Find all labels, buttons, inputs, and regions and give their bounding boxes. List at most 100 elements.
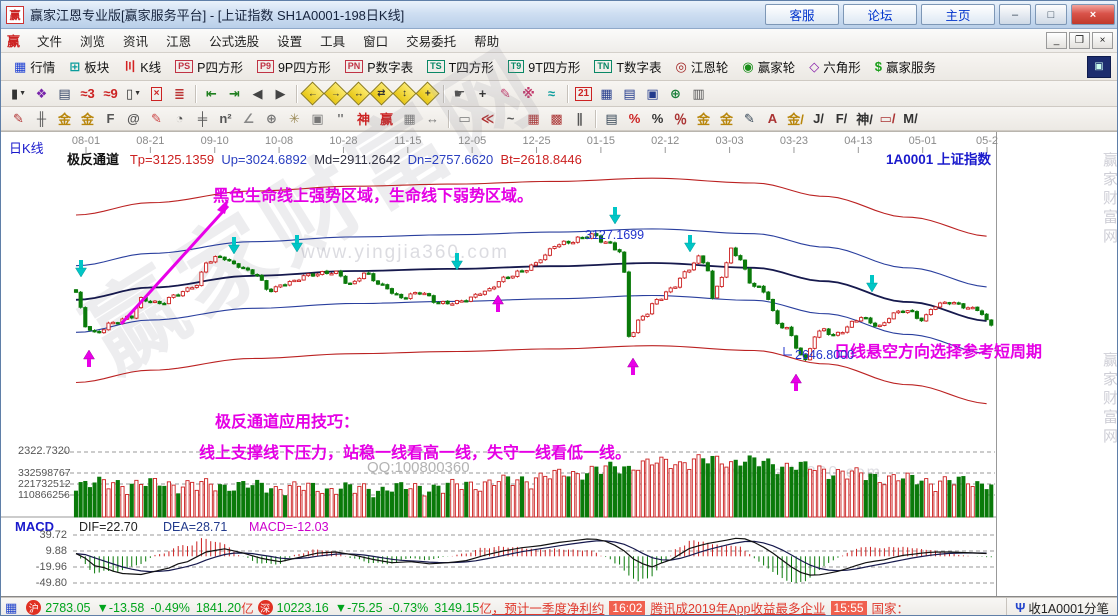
minimize-button[interactable]: –	[999, 4, 1031, 25]
tool-candle-style[interactable]: ▯▼	[122, 84, 145, 104]
news-headline[interactable]: 腾讯成2019年App收益最多企业	[650, 598, 825, 616]
tool-ink-pen[interactable]: ✎	[738, 109, 761, 129]
tool-ying-tool[interactable]: 赢	[375, 109, 398, 129]
tool-red-grid-1[interactable]: ▦	[522, 109, 545, 129]
menu-item-file[interactable]: 文件	[28, 28, 71, 53]
tool-nav-first[interactable]: ⇤	[200, 84, 223, 104]
tool-a-wave-tool[interactable]: A	[761, 109, 784, 129]
tool-calculator[interactable]: ▦	[595, 84, 618, 104]
menu-item-browse[interactable]: 浏览	[71, 28, 114, 53]
tool-dense-grid[interactable]: ▦	[398, 109, 421, 129]
tool-mark-pen[interactable]: ✎	[494, 84, 517, 104]
tool-f-angle[interactable]: F/	[830, 109, 853, 129]
tool-nav-last[interactable]: ⇥	[223, 84, 246, 104]
tool-overlay-mode[interactable]: ❖	[30, 84, 53, 104]
tool-fibonacci-fan[interactable]: F	[99, 109, 122, 129]
tool-box-tool[interactable]: ▭	[453, 109, 476, 129]
toolbar-button-kline[interactable]: 〣K线	[116, 55, 168, 78]
tool-gold-line[interactable]: 金	[715, 109, 738, 129]
close-button[interactable]: ×	[1071, 4, 1115, 25]
toolbar-button-9t-square[interactable]: T99T四方形	[501, 55, 588, 78]
tick-data-label[interactable]: 收1A0001分笔	[1028, 598, 1109, 616]
child-minimize-button[interactable]: _	[1046, 32, 1067, 49]
customer-service-button[interactable]: 客服	[765, 4, 839, 25]
tool-percent-line[interactable]: ％	[669, 109, 692, 129]
menu-item-news[interactable]: 资讯	[114, 28, 157, 53]
tool-box-frame-tool[interactable]: ▣	[306, 109, 329, 129]
tool-ruler-tool[interactable]: ╪	[191, 109, 214, 129]
toolbar-button-sectors[interactable]: ⊞板块	[62, 55, 116, 78]
tool-shen-angle[interactable]: 神/	[853, 109, 876, 129]
toolbar-button-theme[interactable]: ▣	[1087, 56, 1111, 78]
tool-gann-gold-grid[interactable]: 金	[53, 109, 76, 129]
tool-print[interactable]: ▥	[687, 84, 710, 104]
tool-save-disk[interactable]: ▣	[641, 84, 664, 104]
tool-pan-right[interactable]: →	[323, 81, 347, 105]
tool-notebook[interactable]: ▤	[618, 84, 641, 104]
tool-ray-fan[interactable]: ≪	[476, 109, 499, 129]
toolbar-button-p-number-table[interactable]: PNP数字表	[338, 55, 420, 78]
tool-percent-retrace[interactable]: %	[623, 109, 646, 129]
tool-time-cycle[interactable]: ◔	[168, 109, 191, 129]
tool-tick-marks[interactable]: ''	[329, 109, 352, 129]
tool-zoom-v[interactable]: ↕	[392, 81, 416, 105]
tool-crosshair-tool[interactable]: +	[471, 84, 494, 104]
tool-clear-overlay[interactable]: ×	[145, 84, 168, 104]
tool-width-measure[interactable]: ↔	[421, 109, 444, 129]
menu-item-settings[interactable]: 设置	[268, 28, 311, 53]
tool-zoom-in-h[interactable]: ⇄	[369, 81, 393, 105]
news-ticker-fragment[interactable]: ，预计一季度净利约	[492, 598, 605, 616]
tool-hand-tool[interactable]: ☛	[448, 84, 471, 104]
tool-gann-gold-box[interactable]: 金	[76, 109, 99, 129]
toolbar-button-winner-wheel[interactable]: ◉赢家轮	[735, 55, 802, 78]
tool-kline-period[interactable]: ▮▼	[7, 84, 30, 104]
menu-item-tools[interactable]: 工具	[311, 28, 354, 53]
tool-net-data[interactable]: ⊕	[664, 84, 687, 104]
menu-item-help[interactable]: 帮助	[465, 28, 508, 53]
menu-item-window[interactable]: 窗口	[354, 28, 397, 53]
tool-pan-left[interactable]: ←	[300, 81, 324, 105]
forum-button[interactable]: 论坛	[843, 4, 917, 25]
toolbar-button-quotes[interactable]: ▦行情	[7, 55, 62, 78]
tool-wave-9[interactable]: ≈9	[99, 84, 122, 104]
tool-shen-tool[interactable]: 神	[352, 109, 375, 129]
tool-zoom-out-h[interactable]: ↔	[346, 81, 370, 105]
tool-brush-tool[interactable]: ✎	[7, 109, 30, 129]
child-restore-button[interactable]: ❐	[1069, 32, 1090, 49]
tool-nav-prev[interactable]: ◀	[246, 84, 269, 104]
news-headline-2[interactable]: 国家：	[872, 598, 910, 616]
menu-item-gann[interactable]: 江恩	[157, 28, 200, 53]
tool-info-note[interactable]: ▤	[53, 84, 76, 104]
tool-m-angle[interactable]: M/	[899, 109, 922, 129]
tool-wave-tool[interactable]: ≈	[540, 84, 563, 104]
tool-grid-line-tool[interactable]: ╫	[30, 109, 53, 129]
tool-compass-tool[interactable]: ⊕	[260, 109, 283, 129]
toolbar-button-t-number-table[interactable]: TNT数字表	[587, 55, 668, 78]
tool-box-angle[interactable]: ▭/	[876, 109, 899, 129]
toolbar-button-9p-square[interactable]: P99P四方形	[250, 55, 338, 78]
toolbar-button-gann-wheel[interactable]: ◎江恩轮	[669, 55, 736, 78]
tool-nav-next[interactable]: ▶	[269, 84, 292, 104]
tool-angle-tool[interactable]: ∠	[237, 109, 260, 129]
tool-j-angle[interactable]: J/	[807, 109, 830, 129]
quote-grid-icon[interactable]: ▦	[5, 600, 17, 616]
menu-item-formula-stock-pick[interactable]: 公式选股	[200, 28, 268, 53]
tool-zoom-all[interactable]: +	[415, 81, 439, 105]
menu-item-trade-entrust[interactable]: 交易委托	[397, 28, 465, 53]
toolbar-button-winner-service[interactable]: $赢家服务	[868, 55, 943, 78]
child-close-button[interactable]: ×	[1092, 32, 1113, 49]
tool-indicator-chart[interactable]: ≣	[168, 84, 191, 104]
toolbar-button-p-square[interactable]: PSP四方形	[168, 55, 250, 78]
homepage-button[interactable]: 主页	[921, 4, 995, 25]
tool-zigzag-tool[interactable]: ~	[499, 109, 522, 129]
tool-stamp-tool[interactable]: ※	[517, 84, 540, 104]
tool-n-square[interactable]: n²	[214, 109, 237, 129]
tool-pen-red[interactable]: ✎	[145, 109, 168, 129]
maximize-button[interactable]: □	[1035, 4, 1067, 25]
tool-gold-angle[interactable]: 金/	[784, 109, 807, 129]
tool-calendar[interactable]: 21	[572, 84, 595, 104]
tool-wave-3[interactable]: ≈3	[76, 84, 99, 104]
tool-stats-table[interactable]: ▤	[600, 109, 623, 129]
tool-starburst-tool[interactable]: ✳	[283, 109, 306, 129]
toolbar-button-hexagon[interactable]: ◇六角形	[802, 55, 868, 78]
